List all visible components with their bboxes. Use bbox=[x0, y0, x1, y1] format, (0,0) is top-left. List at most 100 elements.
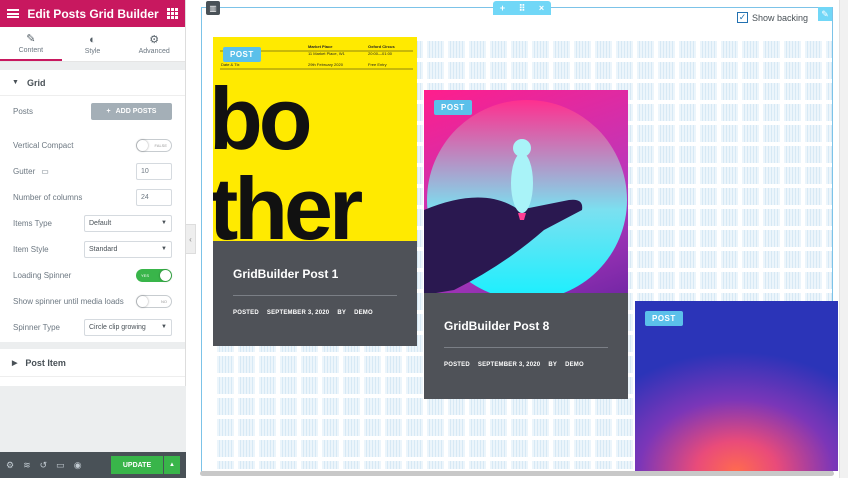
poster-text: Market Place bbox=[308, 44, 333, 49]
desktop-device-icon[interactable]: ▭ bbox=[41, 167, 49, 176]
update-button[interactable]: UPDATE bbox=[111, 456, 163, 474]
show-spinner-value: NO bbox=[161, 298, 167, 304]
toggle-knob bbox=[137, 139, 148, 151]
control-gutter: Gutter ▭ 10 bbox=[0, 158, 185, 184]
item-style-value: Standard bbox=[89, 245, 118, 253]
post-card-1[interactable]: Market Place 11 Market Place, W1 Oxford … bbox=[213, 37, 417, 346]
items-type-value: Default bbox=[89, 219, 112, 227]
control-items-type: Items Type Default ▼ bbox=[0, 210, 185, 236]
card-title[interactable]: GridBuilder Post 1 bbox=[233, 267, 397, 281]
poster-text: Date & Tix bbox=[221, 62, 240, 67]
chevron-down-icon: ▼ bbox=[161, 246, 167, 252]
meta-author[interactable]: DEMO bbox=[565, 362, 584, 368]
spinner-type-value: Circle clip growing bbox=[89, 323, 146, 331]
loading-spinner-value: YES bbox=[141, 272, 150, 278]
panel-tabs: ✎ Content ◐ Style ⚙ Advanced bbox=[0, 27, 185, 62]
tab-advanced[interactable]: ⚙ Advanced bbox=[123, 27, 185, 61]
post-card-8[interactable]: POST GridBuilder Post 8 POSTED SEPTEMBER… bbox=[424, 90, 628, 399]
settings-gear-icon[interactable]: ⚙ bbox=[6, 460, 14, 471]
control-item-style: Item Style Standard ▼ bbox=[0, 236, 185, 262]
poster-text: Free Entry bbox=[368, 62, 387, 67]
hamburger-menu-icon[interactable] bbox=[7, 9, 19, 18]
preview-eye-icon[interactable]: ◉ bbox=[74, 460, 82, 471]
caret-right-icon: ▶ bbox=[12, 359, 18, 367]
section-grid-title: Grid bbox=[26, 77, 46, 88]
control-vertical-compact: Vertical Compact FALSE bbox=[0, 132, 185, 158]
spinner-type-select[interactable]: Circle clip growing ▼ bbox=[84, 318, 172, 336]
chevron-down-icon: ▼ bbox=[161, 324, 167, 330]
vertical-compact-value: FALSE bbox=[154, 142, 167, 148]
section-toolbar: + ⠿ × bbox=[493, 1, 551, 15]
toggle-knob bbox=[160, 269, 171, 281]
card-caption: GridBuilder Post 1 POSTED SEPTEMBER 3, 2… bbox=[213, 241, 417, 346]
tab-content-label: Content bbox=[18, 47, 44, 54]
vertical-compact-toggle[interactable]: FALSE bbox=[136, 138, 172, 152]
items-type-select[interactable]: Default ▼ bbox=[84, 214, 172, 232]
poster-text: 29th February 2020 bbox=[308, 62, 343, 67]
meta-by: BY bbox=[548, 362, 558, 368]
collapse-panel-handle[interactable]: ‹ bbox=[186, 224, 196, 254]
control-loading-spinner: Loading Spinner YES bbox=[0, 262, 185, 288]
poster-text: Oxford Circus bbox=[368, 44, 395, 49]
panel-footer: ⚙ ≋ ↺ ▭ ◉ UPDATE ▲ bbox=[0, 452, 186, 478]
section-post-item-header[interactable]: ▶ Post Item bbox=[0, 349, 185, 377]
post-badge: POST bbox=[434, 100, 472, 115]
item-style-select[interactable]: Standard ▼ bbox=[84, 240, 172, 258]
tab-content[interactable]: ✎ Content bbox=[0, 27, 62, 61]
poster-word: ther bbox=[213, 159, 363, 258]
vertical-scrollbar[interactable] bbox=[839, 0, 848, 478]
post-card-3[interactable]: POST bbox=[635, 301, 838, 471]
half-circle-icon: ◐ bbox=[89, 33, 96, 46]
card-meta: POSTED SEPTEMBER 3, 2020 BY DEMO bbox=[233, 310, 397, 316]
section-grid-header[interactable]: ▼ Grid bbox=[0, 70, 185, 96]
poster-word: bo bbox=[213, 69, 312, 168]
show-spinner-toggle[interactable]: NO bbox=[136, 294, 172, 308]
widgets-grid-icon[interactable] bbox=[166, 8, 178, 19]
add-section-icon[interactable]: + bbox=[500, 3, 505, 13]
control-spinner-type: Spinner Type Circle clip growing ▼ bbox=[0, 314, 185, 340]
control-posts: Posts + ADD POSTS bbox=[0, 96, 185, 126]
chevron-down-icon: ▼ bbox=[161, 220, 167, 226]
column-handle-icon[interactable]: ▥ bbox=[206, 1, 220, 15]
loading-spinner-label: Loading Spinner bbox=[13, 270, 72, 280]
poster-text: 20:00—01:00 bbox=[368, 51, 393, 56]
show-background-label: Show backing bbox=[752, 12, 809, 23]
loading-spinner-toggle[interactable]: YES bbox=[136, 268, 172, 282]
add-posts-button[interactable]: + ADD POSTS bbox=[91, 102, 172, 120]
meta-by: BY bbox=[337, 310, 347, 316]
toggle-knob bbox=[137, 295, 148, 307]
gutter-label: Gutter bbox=[13, 166, 36, 176]
columns-input[interactable]: 24 bbox=[136, 188, 172, 206]
panel-title: Edit Posts Grid Builder bbox=[27, 6, 159, 21]
add-posts-button-label: ADD POSTS bbox=[115, 107, 157, 115]
meta-date: SEPTEMBER 3, 2020 bbox=[477, 362, 541, 368]
plus-icon: + bbox=[106, 107, 111, 115]
tab-style[interactable]: ◐ Style bbox=[62, 27, 124, 61]
responsive-mode-icon[interactable]: ▭ bbox=[56, 460, 65, 471]
history-icon[interactable]: ↺ bbox=[40, 460, 48, 471]
drag-section-icon[interactable]: ⠿ bbox=[519, 3, 526, 14]
edit-widget-pencil-icon[interactable]: ✎ bbox=[818, 7, 832, 21]
meta-posted: POSTED bbox=[444, 362, 470, 368]
meta-date: SEPTEMBER 3, 2020 bbox=[266, 310, 330, 316]
section-divider bbox=[0, 342, 185, 349]
control-show-spinner: Show spinner until media loads NO bbox=[0, 288, 185, 314]
horizontal-scrollbar[interactable] bbox=[200, 471, 834, 476]
delete-section-icon[interactable]: × bbox=[539, 3, 544, 13]
show-background-option[interactable]: ✓ Show backing bbox=[737, 12, 808, 23]
meta-author[interactable]: DEMO bbox=[354, 310, 373, 316]
section-post-item-title: Post Item bbox=[25, 357, 66, 368]
card-meta: POSTED SEPTEMBER 3, 2020 BY DEMO bbox=[444, 362, 608, 368]
gutter-input[interactable]: 10 bbox=[136, 162, 172, 180]
preview-canvas: ▥ + ⠿ × ✓ Show backing ✎ Market Place 11… bbox=[196, 0, 850, 478]
meta-posted: POSTED bbox=[233, 310, 259, 316]
layers-icon[interactable]: ≋ bbox=[23, 460, 31, 471]
card-title[interactable]: GridBuilder Post 8 bbox=[444, 319, 608, 333]
editor-app: Edit Posts Grid Builder ✎ Content ◐ Styl… bbox=[0, 0, 850, 478]
update-options-caret-icon[interactable]: ▲ bbox=[164, 456, 180, 474]
show-spinner-label: Show spinner until media loads bbox=[13, 296, 124, 306]
show-background-checkbox[interactable]: ✓ bbox=[737, 12, 748, 23]
caption-divider bbox=[444, 347, 608, 348]
tab-advanced-label: Advanced bbox=[138, 48, 170, 55]
tab-divider bbox=[0, 62, 185, 70]
